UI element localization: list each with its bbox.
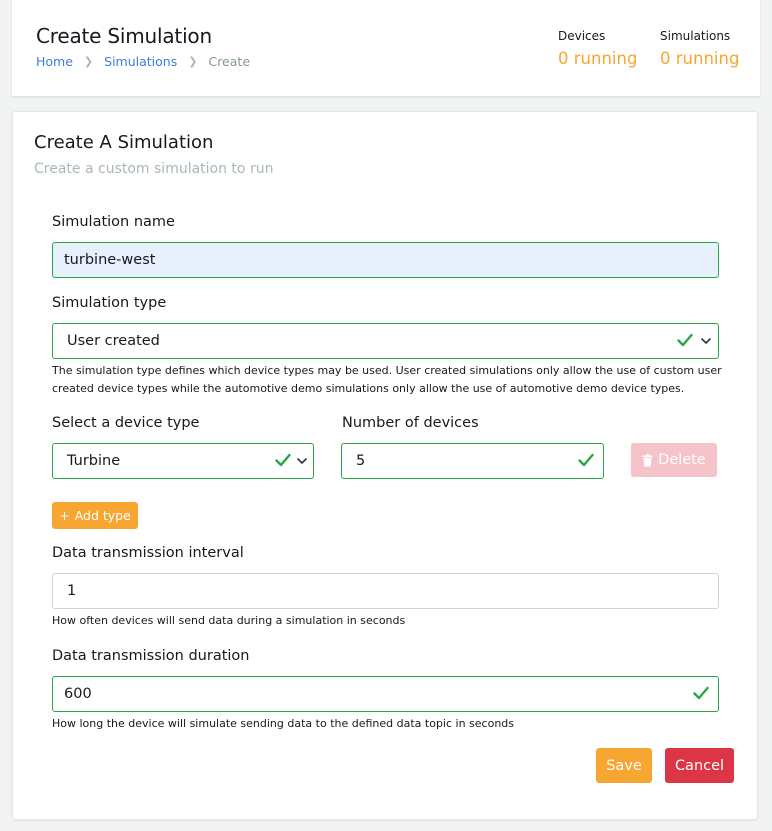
interval-input[interactable]: 1 [52, 573, 719, 609]
card-subtitle: Create a custom simulation to run [34, 161, 274, 177]
duration-input[interactable]: 600 [52, 676, 719, 712]
breadcrumb-home[interactable]: Home [36, 54, 73, 69]
chevron-down-icon [701, 338, 711, 344]
card-title: Create A Simulation [34, 132, 214, 153]
stat-label: Devices [558, 29, 606, 43]
chevron-right-icon: ❯ [188, 55, 198, 68]
delete-device-type-button[interactable]: Delete [631, 443, 717, 477]
page-header: Create Simulation Home ❯ Simulations ❯ C… [12, 0, 760, 96]
duration-label: Data transmission duration [52, 648, 250, 664]
interval-label: Data transmission interval [52, 545, 244, 561]
num-devices-label: Number of devices [342, 415, 479, 431]
breadcrumb-simulations[interactable]: Simulations [104, 54, 177, 69]
num-devices-value: 5 [356, 453, 366, 469]
plus-icon: + [59, 508, 70, 523]
create-simulation-card: Create A Simulation Create a custom simu… [12, 111, 758, 820]
check-icon [578, 453, 594, 467]
device-type-select[interactable]: Turbine [52, 443, 314, 479]
page-title: Create Simulation [36, 24, 212, 48]
chevron-down-icon [297, 458, 307, 464]
devices-stat: Devices 0 running [558, 29, 637, 68]
simulation-type-select[interactable]: User created [52, 323, 719, 359]
save-button[interactable]: Save [596, 748, 652, 783]
simulation-name-value: turbine-west [64, 252, 156, 268]
simulation-type-label: Simulation type [52, 295, 167, 311]
chevron-right-icon: ❯ [83, 55, 94, 68]
simulations-stat: Simulations 0 running [660, 29, 739, 68]
stat-value: 0 running [558, 49, 638, 68]
interval-help: How often devices will send data during … [52, 614, 406, 627]
breadcrumb: Home ❯ Simulations ❯ Create [36, 54, 250, 69]
device-type-label: Select a device type [52, 415, 200, 431]
breadcrumb-create: Create [208, 54, 251, 69]
num-devices-input[interactable]: 5 [341, 443, 604, 479]
add-type-button[interactable]: + Add type [52, 502, 138, 529]
check-icon [693, 686, 709, 700]
cancel-button[interactable]: Cancel [665, 748, 734, 783]
simulation-type-help: The simulation type defines which device… [52, 364, 722, 395]
simulation-name-input[interactable]: turbine-west [52, 242, 719, 278]
trash-icon [642, 453, 653, 466]
duration-value: 600 [64, 686, 92, 702]
stat-value: 0 running [660, 49, 740, 68]
check-icon [677, 333, 693, 347]
stat-label: Simulations [660, 29, 731, 43]
interval-value: 1 [67, 583, 77, 599]
simulation-name-label: Simulation name [52, 214, 175, 230]
simulation-type-value: User created [67, 333, 160, 349]
duration-help: How long the device will simulate sendin… [52, 717, 515, 730]
delete-label: Delete [658, 452, 706, 468]
check-icon [275, 453, 291, 467]
add-type-label: Add type [74, 508, 131, 523]
